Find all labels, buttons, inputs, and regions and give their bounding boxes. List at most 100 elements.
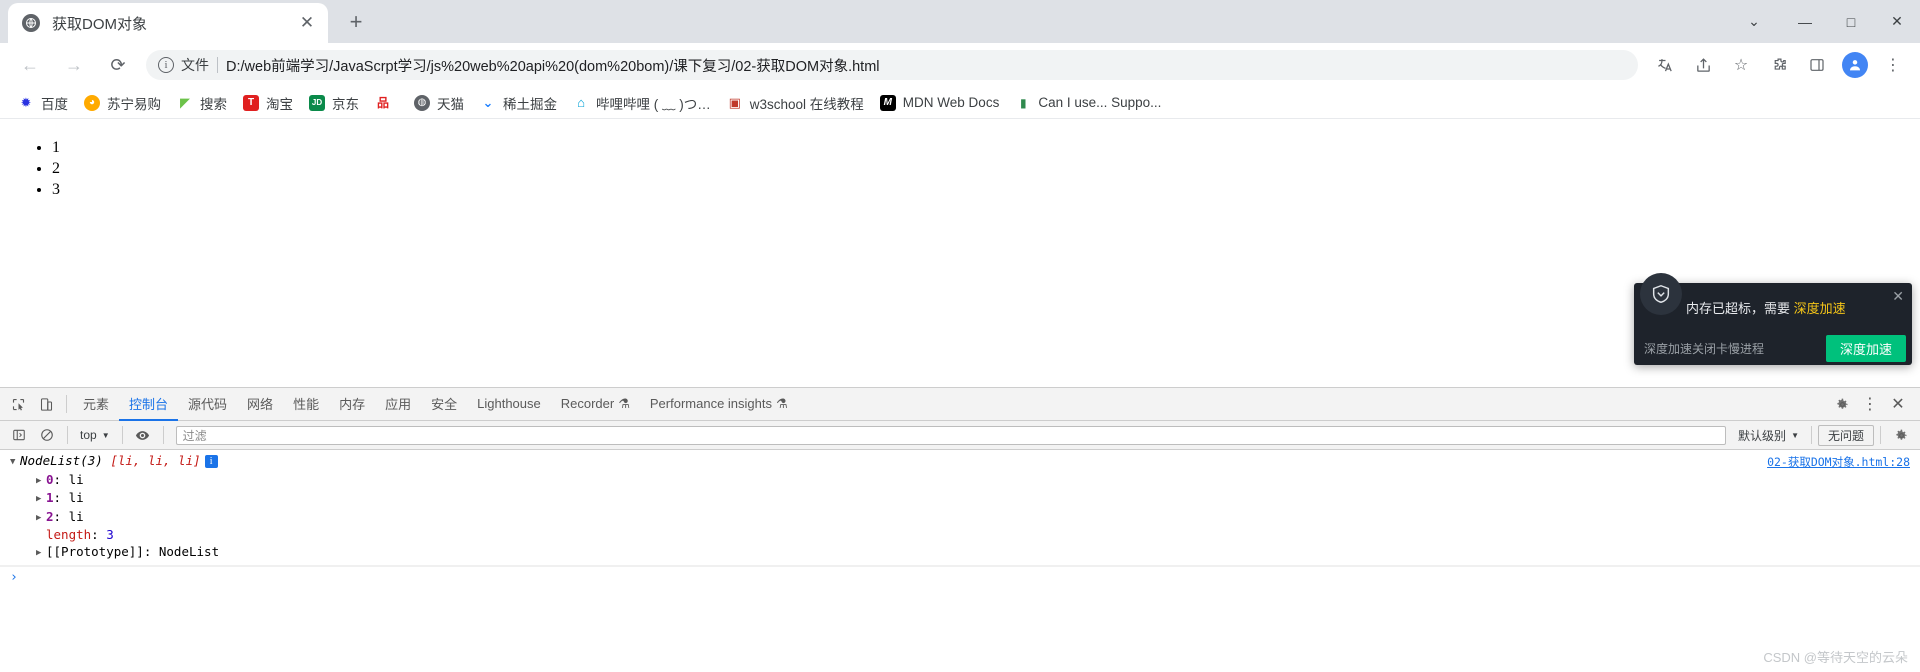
browser-menu-button[interactable]: ⋮ bbox=[1877, 49, 1909, 81]
expand-triangle-icon[interactable]: ▶ bbox=[36, 510, 46, 527]
device-toolbar-icon[interactable] bbox=[32, 391, 60, 417]
issues-status-badge[interactable]: 无问题 bbox=[1817, 424, 1874, 446]
console-source-link[interactable]: 02-获取DOM对象.html:28 bbox=[1767, 454, 1910, 471]
extensions-puzzle-icon[interactable] bbox=[1763, 49, 1795, 81]
toast-subtitle: 深度加速关闭卡慢进程 bbox=[1644, 341, 1765, 356]
url-scheme-label: 文件 bbox=[181, 57, 209, 73]
expand-triangle-icon[interactable]: ▶ bbox=[36, 473, 46, 490]
live-expression-icon[interactable] bbox=[129, 422, 157, 448]
bookmark-item[interactable]: ⌄ 稀土掘金 bbox=[472, 89, 565, 117]
devtools-close-button[interactable]: ✕ bbox=[1884, 391, 1912, 417]
tab-performance-insights[interactable]: Performance insights ⚗ bbox=[640, 389, 798, 420]
object-prototype-row[interactable]: ▶ [[Prototype]]: NodeList bbox=[10, 544, 1912, 563]
tab-label: Lighthouse bbox=[477, 396, 541, 411]
close-window-button[interactable]: ✕ bbox=[1874, 0, 1920, 43]
maximize-button[interactable]: □ bbox=[1828, 0, 1874, 43]
tab-recorder[interactable]: Recorder ⚗ bbox=[551, 389, 640, 420]
bookmark-label: 苏宁易购 bbox=[107, 96, 161, 112]
tab-application[interactable]: 应用 bbox=[375, 387, 421, 421]
bookmark-item[interactable]: T 淘宝 bbox=[235, 89, 301, 117]
memory-notification-toast[interactable]: 内存已超标，需要 深度加速 ✕ 深度加速关闭卡慢进程 深度加速 bbox=[1634, 273, 1912, 365]
bookmark-label: 哔哩哔哩 ( ﹏ )つ… bbox=[596, 96, 711, 112]
bookmark-item[interactable]: 品 bbox=[367, 91, 406, 115]
tab-console[interactable]: 控制台 bbox=[119, 387, 179, 421]
console-object-root[interactable]: ▼ NodeList(3) [li, li, li] i bbox=[10, 453, 1912, 472]
object-property-row[interactable]: ▶ 2: li bbox=[10, 509, 1912, 528]
side-panel-icon[interactable] bbox=[1801, 49, 1833, 81]
address-bar[interactable]: i 文件 D:/web前端学习/JavaScrpt学习/js%20web%20a… bbox=[146, 50, 1638, 80]
console-prompt[interactable]: › bbox=[0, 565, 1920, 588]
experiment-flask-icon: ⚗ bbox=[618, 395, 630, 411]
divider bbox=[121, 426, 123, 444]
minimize-button[interactable]: — bbox=[1782, 0, 1828, 43]
pinpai-icon: 品 bbox=[375, 94, 391, 111]
bookmark-item[interactable]: ◕ 苏宁易购 bbox=[76, 89, 169, 117]
reload-button[interactable]: ⟳ bbox=[101, 48, 135, 82]
tab-memory[interactable]: 内存 bbox=[329, 387, 375, 421]
bookmark-item[interactable]: ▮ Can I use... Suppo... bbox=[1007, 91, 1169, 115]
watermark: CSDN @等待天空的云朵 bbox=[1763, 650, 1908, 665]
console-message-nodelist[interactable]: 02-获取DOM对象.html:28 ▼ NodeList(3) [li, li,… bbox=[0, 450, 1920, 566]
object-property-row[interactable]: ▶ 0: li bbox=[10, 472, 1912, 491]
bookmark-item[interactable]: JD 京东 bbox=[301, 89, 367, 117]
tab-security[interactable]: 安全 bbox=[421, 387, 467, 421]
toast-title-prefix: 内存已超标，需要 bbox=[1686, 300, 1794, 316]
tab-label: 元素 bbox=[83, 397, 110, 412]
chevron-down-icon: ▼ bbox=[101, 430, 110, 440]
expand-triangle-icon[interactable]: ▶ bbox=[36, 545, 46, 562]
log-level-selector[interactable]: 默认级别 ▼ bbox=[1732, 425, 1805, 446]
bookmark-label: 稀土掘金 bbox=[503, 96, 557, 112]
devtools-more-button[interactable]: ⋮ bbox=[1856, 391, 1884, 417]
tab-sources[interactable]: 源代码 bbox=[178, 387, 237, 421]
forward-button[interactable]: → bbox=[57, 48, 91, 82]
expand-triangle-icon[interactable]: ▼ bbox=[10, 454, 20, 471]
mdn-icon: M bbox=[879, 94, 896, 111]
globe-icon bbox=[22, 14, 40, 32]
bookmark-item[interactable]: M MDN Web Docs bbox=[872, 91, 1008, 115]
site-info-icon[interactable]: i bbox=[158, 57, 174, 73]
object-property-row[interactable]: ▶ 1: li bbox=[10, 490, 1912, 509]
bookmark-item[interactable]: ✹ 百度 bbox=[10, 89, 76, 117]
bilibili-icon: ⌂ bbox=[573, 94, 589, 111]
console-sidebar-icon[interactable] bbox=[5, 422, 33, 448]
bookmark-item[interactable]: ⌂ 哔哩哔哩 ( ﹏ )つ… bbox=[565, 89, 719, 117]
tab-network[interactable]: 网络 bbox=[237, 387, 283, 421]
gear-icon[interactable] bbox=[1828, 391, 1856, 417]
jd-icon: JD bbox=[309, 94, 325, 111]
execution-context-selector[interactable]: top ▼ bbox=[74, 426, 116, 444]
gear-icon[interactable] bbox=[1887, 422, 1915, 448]
devtools-panel: 元素 控制台 源代码 网络 性能 内存 应用 安全 Lighthouse Rec… bbox=[0, 387, 1920, 672]
filter-placeholder: 过滤 bbox=[182, 428, 207, 443]
bookmark-label: w3school 在线教程 bbox=[749, 96, 864, 112]
tab-elements[interactable]: 元素 bbox=[73, 387, 119, 421]
console-output[interactable]: 02-获取DOM对象.html:28 ▼ NodeList(3) [li, li,… bbox=[0, 450, 1920, 672]
bookmark-item[interactable]: ▣ w3school 在线教程 bbox=[719, 89, 872, 117]
browser-tab[interactable]: 获取DOM对象 ✕ bbox=[8, 3, 328, 43]
expand-triangle-icon[interactable]: ▶ bbox=[36, 491, 46, 508]
shield-icon bbox=[1640, 273, 1682, 315]
share-icon[interactable] bbox=[1687, 49, 1719, 81]
bookmark-item[interactable]: ◍ 天猫 bbox=[406, 89, 472, 117]
tab-lighthouse[interactable]: Lighthouse bbox=[467, 389, 551, 419]
translate-icon[interactable] bbox=[1649, 49, 1681, 81]
devtools-tabbar-right: ⋮ ✕ bbox=[1828, 391, 1916, 417]
info-badge-icon[interactable]: i bbox=[204, 455, 218, 468]
inspect-element-icon[interactable] bbox=[4, 391, 32, 417]
bookmark-star-icon[interactable]: ☆ bbox=[1725, 49, 1757, 81]
page-viewport: 1 2 3 bbox=[0, 119, 1920, 387]
length-key: length bbox=[46, 527, 92, 543]
clear-console-icon[interactable] bbox=[33, 422, 61, 448]
chevron-down-icon[interactable]: ⌄ bbox=[1726, 0, 1782, 43]
deep-accelerate-button[interactable]: 深度加速 bbox=[1825, 334, 1906, 362]
bookmark-item[interactable]: ◤ 搜索 bbox=[169, 89, 235, 117]
property-key: 2 bbox=[46, 508, 54, 524]
omnibox-divider bbox=[217, 57, 218, 73]
tab-performance[interactable]: 性能 bbox=[283, 387, 329, 421]
profile-avatar[interactable] bbox=[1842, 52, 1868, 78]
tab-label: 网络 bbox=[247, 397, 274, 412]
back-button[interactable]: ← bbox=[13, 48, 47, 82]
new-tab-button[interactable]: + bbox=[338, 4, 374, 40]
close-icon[interactable]: ✕ bbox=[296, 12, 318, 34]
console-filter-input[interactable]: 过滤 bbox=[175, 425, 1727, 445]
close-icon[interactable]: ✕ bbox=[1892, 289, 1904, 303]
